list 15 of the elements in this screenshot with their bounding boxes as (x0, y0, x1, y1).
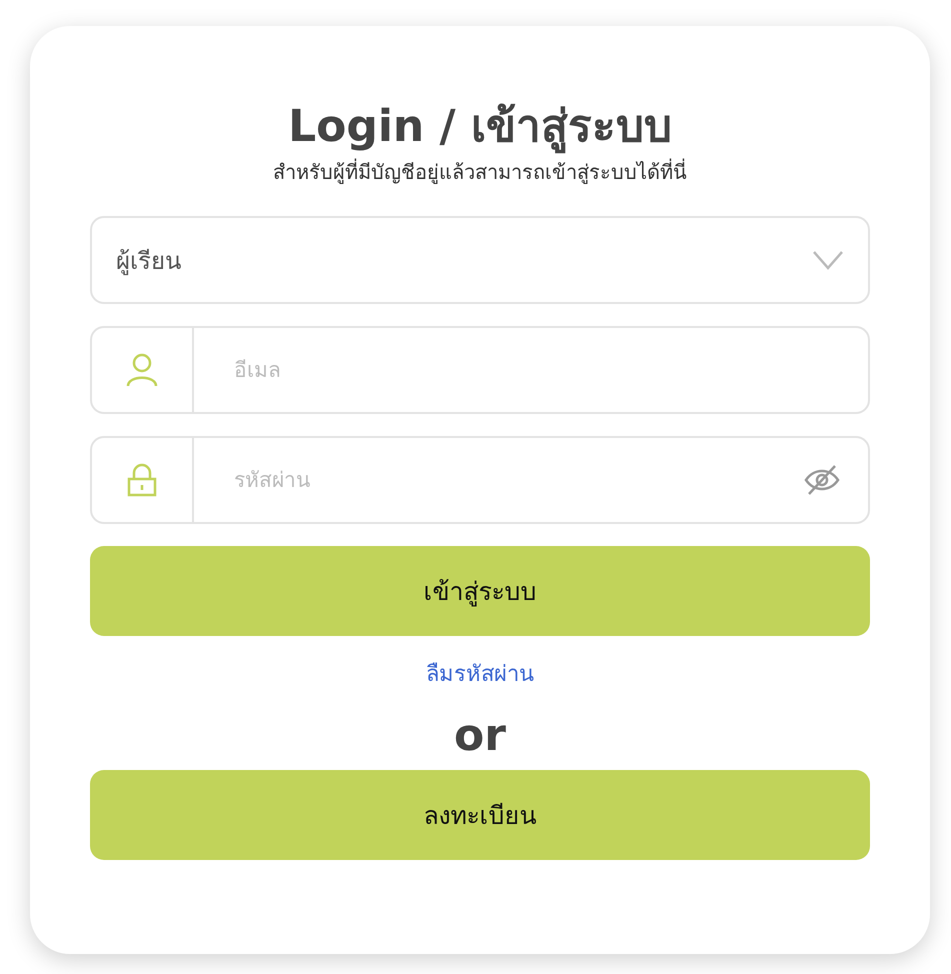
forgot-password-link[interactable]: ลืมรหัสผ่าน (426, 660, 534, 690)
login-subtitle: สำหรับผู้ที่มีบัญชีอยู่แล้วสามารถเข้าสู่ระบบได้ที่นี่ (272, 158, 688, 186)
login-button[interactable]: เข้าสู่ระบบ (90, 546, 870, 636)
or-divider-text: or (453, 712, 507, 760)
user-icon (126, 353, 158, 387)
password-input[interactable]: รหัสผ่าน (194, 438, 804, 522)
lock-icon (127, 463, 157, 497)
email-input[interactable]: อีเมล (194, 328, 868, 412)
login-title: Login / เข้าสู่ระบบ (287, 100, 673, 154)
email-field[interactable]: อีเมล (90, 326, 870, 414)
chevron-down-icon (812, 250, 844, 270)
eye-slash-icon[interactable] (804, 464, 840, 496)
register-button[interactable]: ลงทะเบียน (90, 770, 870, 860)
password-field[interactable]: รหัสผ่าน (90, 436, 870, 524)
role-dropdown[interactable]: ผู้เรียน (90, 216, 870, 304)
